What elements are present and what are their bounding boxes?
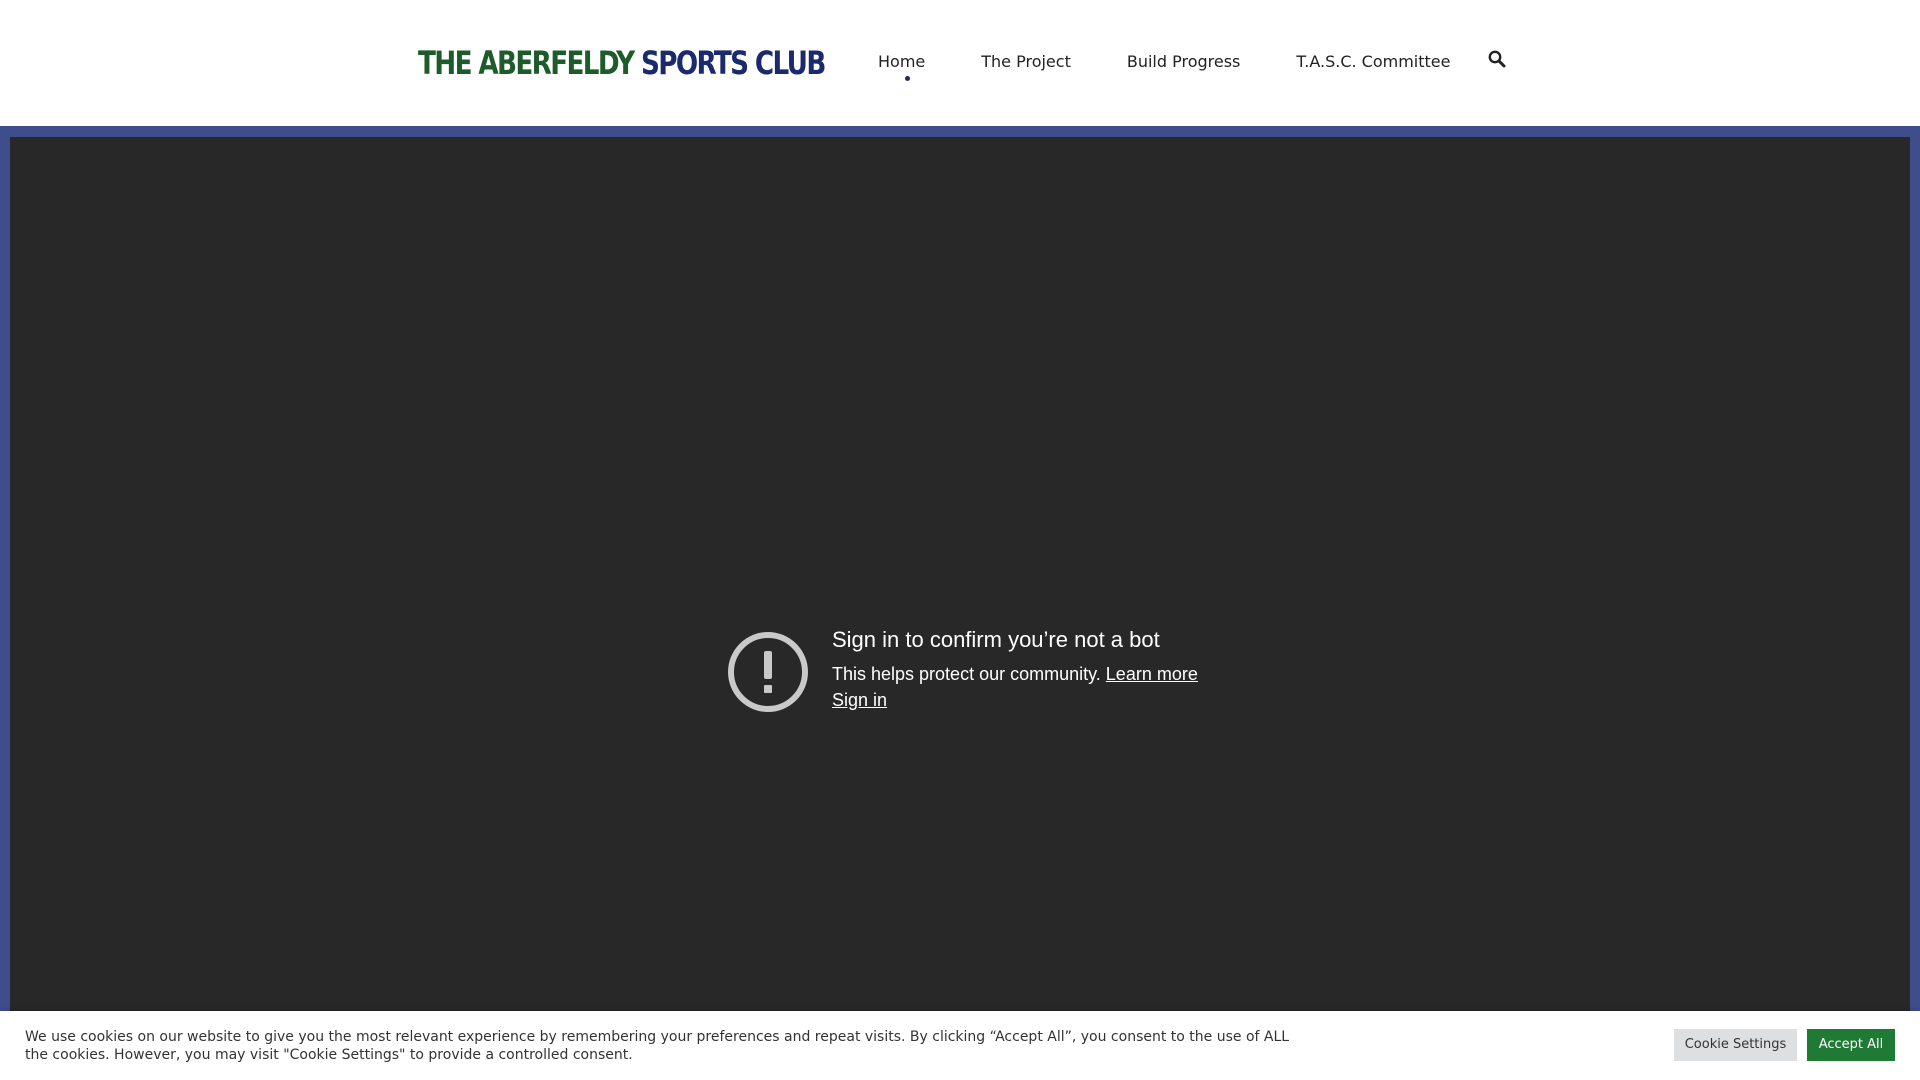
main-nav: Home The Project Build Progress T.A.S.C.… (878, 52, 1506, 82)
bot-check-title: Sign in to confirm you’re not a bot (832, 627, 1160, 652)
nav-item-build-progress[interactable]: Build Progress (1127, 52, 1241, 71)
cookie-banner: We use cookies on our website to give yo… (0, 1011, 1920, 1080)
logo-text-navy: SPORTS CLUB (640, 44, 826, 82)
exclamation-circle-icon (727, 631, 809, 713)
site-header: THE ABERFELDY SPORTS CLUB Home The Proje… (0, 0, 1920, 126)
video-player[interactable] (10, 137, 1910, 1080)
nav-item-the-project[interactable]: The Project (981, 52, 1071, 71)
cookie-message-line-1: We use cookies on our website to give yo… (25, 1029, 1290, 1045)
nav-item-tasc-committee[interactable]: T.A.S.C. Committee (1296, 52, 1450, 71)
search-icon[interactable] (1488, 50, 1508, 70)
cookie-settings-button[interactable]: Cookie Settings (1674, 1029, 1797, 1061)
cookie-message-line-2: the cookies. However, you may visit "Coo… (25, 1047, 633, 1063)
site-logo[interactable]: THE ABERFELDY SPORTS CLUB (418, 44, 826, 82)
nav-item-home[interactable]: Home (878, 52, 925, 81)
bot-check-body: This helps protect our community. Learn … (832, 664, 1198, 685)
accept-all-button[interactable]: Accept All (1807, 1029, 1895, 1061)
sign-in-link[interactable]: Sign in (832, 690, 887, 711)
logo-text-green: THE ABERFELDY (418, 44, 635, 82)
bot-check-text: This helps protect our community. (832, 664, 1101, 684)
cookie-message: We use cookies on our website to give yo… (25, 1028, 1345, 1064)
learn-more-link[interactable]: Learn more (1106, 664, 1198, 684)
